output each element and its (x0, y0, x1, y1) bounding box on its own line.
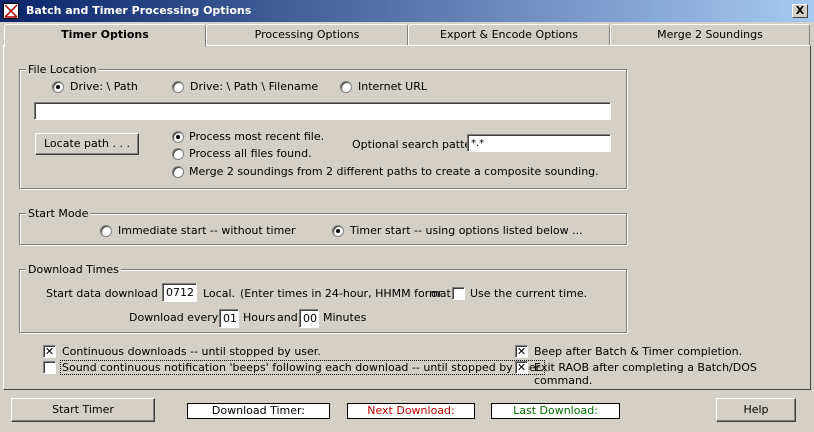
hours-label: Hours (243, 311, 276, 324)
start-download-label: Start data download at: (46, 287, 177, 300)
last-download-status: Last Download: (491, 403, 620, 419)
title-bar: Batch and Timer Processing Options X (0, 0, 814, 22)
path-input[interactable] (34, 102, 611, 120)
sound-beeps-checkbox[interactable] (43, 361, 56, 374)
time-format-hint: (Enter times in 24-hour, HHMM format), (240, 287, 459, 300)
radio-timer-start[interactable] (332, 225, 344, 237)
search-pattern-input[interactable]: *.* (467, 134, 611, 152)
radio-process-most-recent[interactable] (172, 131, 184, 143)
hours-input[interactable]: 01 (219, 309, 239, 328)
minutes-label: Minutes (323, 311, 367, 324)
next-download-status: Next Download: (347, 403, 475, 419)
immediate-start-label: Immediate start -- without timer (118, 224, 296, 237)
exit-raob-label: Exit RAOB after completing a Batch/DOS c… (534, 361, 757, 387)
close-icon: X (795, 4, 805, 17)
window-title: Batch and Timer Processing Options (26, 4, 252, 17)
download-timer-status: Download Timer: (187, 403, 330, 419)
file-location-legend: File Location (26, 63, 99, 76)
start-time-input[interactable]: 0712 (162, 283, 197, 302)
radio-immediate-start[interactable] (100, 225, 112, 237)
radio-drive-path-filename[interactable] (172, 81, 184, 93)
radio-internet-url-label: Internet URL (358, 80, 427, 93)
app-icon (3, 3, 19, 19)
use-current-time-checkbox[interactable] (452, 287, 465, 300)
continuous-downloads-label: Continuous downloads -- until stopped by… (62, 345, 321, 358)
timer-start-label: Timer start -- using options listed belo… (350, 224, 583, 237)
and-label: and (277, 311, 298, 324)
process-all-files-label: Process all files found. (189, 147, 312, 160)
start-mode-legend: Start Mode (26, 207, 91, 220)
radio-drive-path-filename-label: Drive: \ Path \ Filename (190, 80, 319, 93)
radio-merge-soundings[interactable] (172, 166, 184, 178)
radio-drive-path[interactable] (52, 81, 64, 93)
or-label: or (431, 287, 443, 300)
help-button[interactable]: Help (716, 398, 796, 422)
radio-internet-url[interactable] (340, 81, 352, 93)
minutes-input[interactable]: 00 (299, 309, 319, 328)
process-most-recent-label: Process most recent file. (189, 130, 325, 143)
tab-processing-options[interactable]: Processing Options (206, 24, 408, 46)
download-times-legend: Download Times (26, 263, 121, 276)
tab-timer-options[interactable]: Timer Options (4, 24, 206, 47)
radio-drive-path-label: Drive: \ Path (70, 80, 138, 93)
beep-after-completion-checkbox[interactable]: ✕ (515, 345, 528, 358)
sound-beeps-label: Sound continuous notification 'beeps' fo… (60, 360, 545, 375)
close-button[interactable]: X (792, 4, 808, 18)
tab-export-encode-options[interactable]: Export & Encode Options (408, 24, 610, 46)
radio-process-all-files[interactable] (172, 148, 184, 160)
continuous-downloads-checkbox[interactable]: ✕ (43, 345, 56, 358)
merge-soundings-label: Merge 2 soundings from 2 different paths… (189, 165, 599, 178)
beep-after-completion-label: Beep after Batch & Timer completion. (534, 345, 743, 358)
start-timer-button[interactable]: Start Timer (11, 398, 155, 422)
exit-raob-checkbox[interactable]: ✕ (515, 361, 528, 374)
download-every-label: Download every: (129, 311, 222, 324)
local-label: Local. (203, 287, 236, 300)
use-current-time-label: Use the current time. (470, 287, 588, 300)
tab-merge-2-soundings[interactable]: Merge 2 Soundings (610, 24, 810, 46)
locate-path-button[interactable]: Locate path . . . (35, 133, 139, 155)
